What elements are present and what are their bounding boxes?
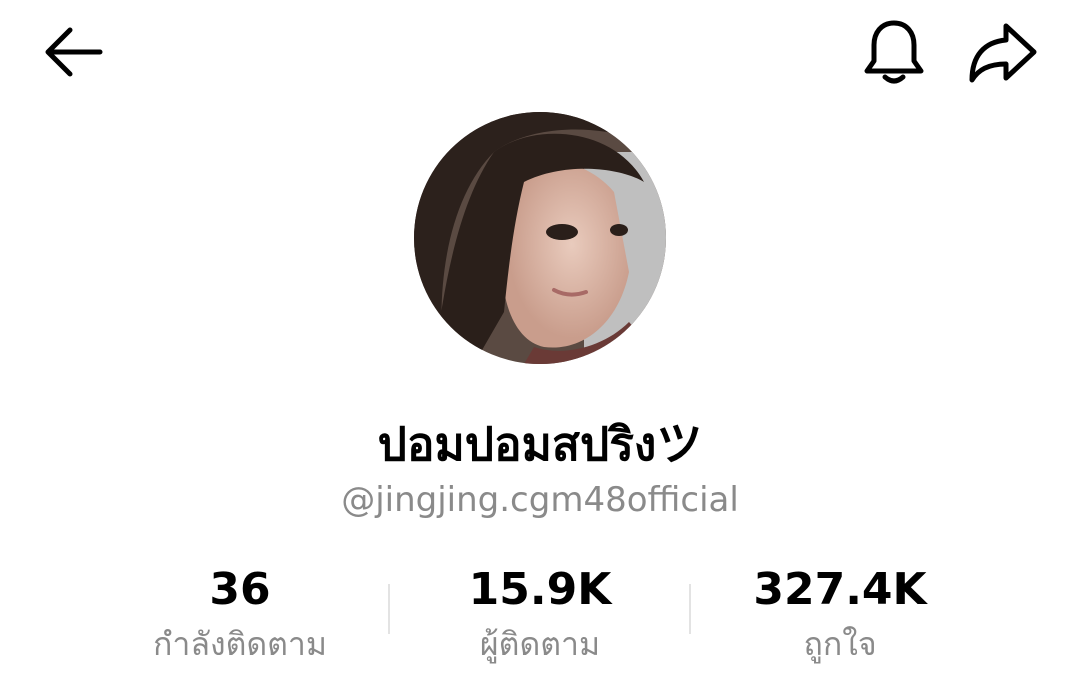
notification-button[interactable] [858, 16, 930, 88]
profile-avatar[interactable] [414, 112, 666, 364]
stat-followers-count: 15.9K [468, 564, 612, 615]
share-arrow-icon [966, 20, 1038, 84]
stat-likes-count: 327.4K [753, 564, 927, 615]
stat-likes[interactable]: 327.4K ถูกใจ [690, 560, 990, 668]
arrow-left-icon [40, 24, 104, 80]
stat-following[interactable]: 36 กำลังติดตาม [90, 560, 390, 668]
profile-stats: 36 กำลังติดตาม 15.9K ผู้ติดตาม 327.4K ถู… [90, 560, 990, 670]
back-button[interactable] [36, 20, 108, 84]
username: @jingjing.cgm48official [341, 480, 739, 520]
stat-following-label: กำลังติดตาม [153, 625, 327, 663]
bell-icon [861, 17, 927, 87]
share-button[interactable] [962, 16, 1042, 88]
stat-likes-label: ถูกใจ [803, 625, 877, 663]
stat-followers-label: ผู้ติดตาม [479, 625, 601, 663]
stat-following-count: 36 [209, 564, 271, 615]
display-name: ปอมปอมสปริงツ [377, 417, 703, 471]
stat-followers[interactable]: 15.9K ผู้ติดตาม [390, 560, 690, 668]
profile-photo [414, 112, 666, 364]
